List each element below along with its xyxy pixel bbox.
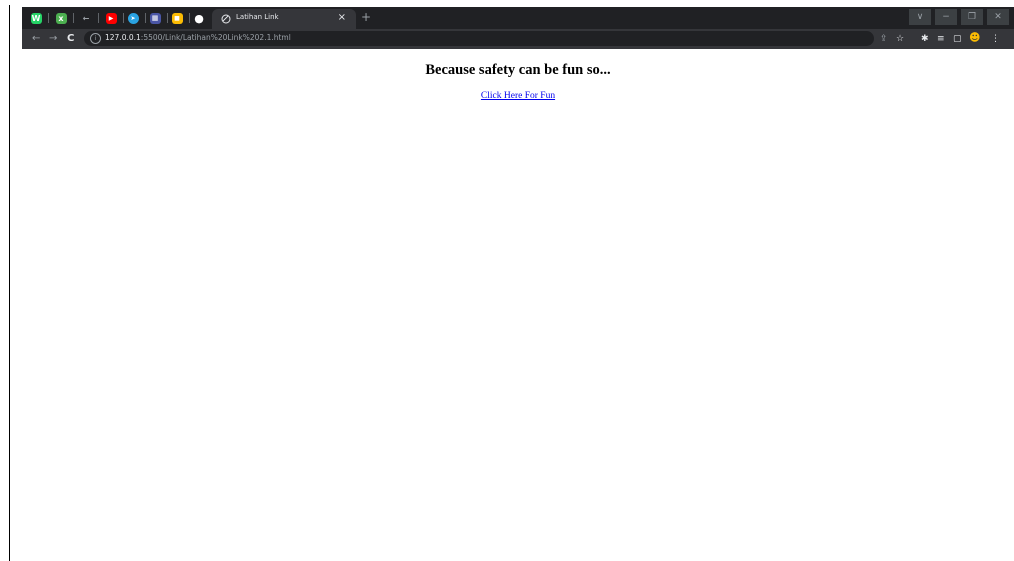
pinned-tab-github[interactable]: ● xyxy=(191,10,207,26)
github-icon: ● xyxy=(194,11,204,25)
pinned-tab-youtube[interactable]: ▶ xyxy=(103,10,119,26)
app-icon: ▦ xyxy=(149,12,161,24)
link-container: Click Here For Fun xyxy=(22,91,1014,101)
forward-icon[interactable]: → xyxy=(49,32,57,46)
pinned-tab-xyz[interactable]: x xyxy=(53,10,69,26)
close-window-icon[interactable]: ✕ xyxy=(987,9,1009,25)
frame-border xyxy=(9,5,10,561)
tab-title: Latihan Link xyxy=(236,13,279,21)
site-info-icon[interactable]: i xyxy=(90,33,101,44)
pinned-tab-app[interactable]: ▦ xyxy=(147,10,163,26)
url-text: 127.0.0.1:5500/Link/Latihan%20Link%202.1… xyxy=(105,33,291,42)
keep-icon: ■ xyxy=(171,12,183,24)
address-bar[interactable]: i 127.0.0.1:5500/Link/Latihan%20Link%202… xyxy=(84,31,874,46)
restore-icon[interactable]: ❐ xyxy=(961,9,983,25)
tab-latihan-link[interactable]: Latihan Link × xyxy=(212,9,356,29)
tab-separator xyxy=(73,13,74,23)
youtube-icon: ▶ xyxy=(105,12,117,24)
reload-icon[interactable]: C xyxy=(67,32,74,46)
fun-link[interactable]: Click Here For Fun xyxy=(481,91,555,101)
pinned-tab-whatsapp[interactable]: W xyxy=(28,10,44,26)
screenshot-frame: W x ← ▶ ➤ ▦ ■ ● Latihan Link × + ∨ − ❐ ✕… xyxy=(0,0,1014,561)
tab-strip: W x ← ▶ ➤ ▦ ■ ● Latihan Link × + ∨ − ❐ ✕ xyxy=(22,7,1014,29)
tab-search-icon[interactable]: ∨ xyxy=(909,9,931,25)
browser-window: W x ← ▶ ➤ ▦ ■ ● Latihan Link × + ∨ − ❐ ✕… xyxy=(22,7,1014,561)
url-host: 127.0.0.1 xyxy=(105,33,141,42)
pinned-tab-keep[interactable]: ■ xyxy=(169,10,185,26)
telegram-icon: ➤ xyxy=(127,12,139,24)
reading-list-icon[interactable]: ≡ xyxy=(937,32,945,46)
whatsapp-icon: W xyxy=(30,12,42,24)
page-heading: Because safety can be fun so... xyxy=(425,62,611,78)
new-tab-icon[interactable]: + xyxy=(361,10,371,24)
bookmark-star-icon[interactable]: ☆ xyxy=(896,32,904,46)
xyz-icon: x xyxy=(55,12,67,24)
pinned-tab-arrow[interactable]: ← xyxy=(78,10,94,26)
minimize-icon[interactable]: − xyxy=(935,9,957,25)
toolbar: ← → C i 127.0.0.1:5500/Link/Latihan%20Li… xyxy=(22,29,1014,49)
tab-separator xyxy=(48,13,49,23)
extensions-icon[interactable]: ✱ xyxy=(921,32,929,46)
globe-icon xyxy=(221,14,231,24)
back-icon[interactable]: ← xyxy=(32,32,40,46)
arrow-icon: ← xyxy=(82,13,90,23)
tab-separator xyxy=(189,13,190,23)
tab-separator xyxy=(145,13,146,23)
share-icon[interactable]: ⇪ xyxy=(880,32,888,46)
side-panel-icon[interactable]: ▢ xyxy=(953,32,962,46)
close-tab-icon[interactable]: × xyxy=(338,12,346,23)
tab-separator xyxy=(98,13,99,23)
tab-separator xyxy=(167,13,168,23)
pinned-tab-telegram[interactable]: ➤ xyxy=(125,10,141,26)
url-path: :5500/Link/Latihan%20Link%202.1.html xyxy=(140,33,291,42)
menu-icon[interactable]: ⋮ xyxy=(991,32,1000,46)
profile-avatar-icon[interactable]: ☻ xyxy=(969,31,980,45)
page-content: Because safety can be fun so... Click He… xyxy=(22,49,1014,561)
tab-separator xyxy=(123,13,124,23)
